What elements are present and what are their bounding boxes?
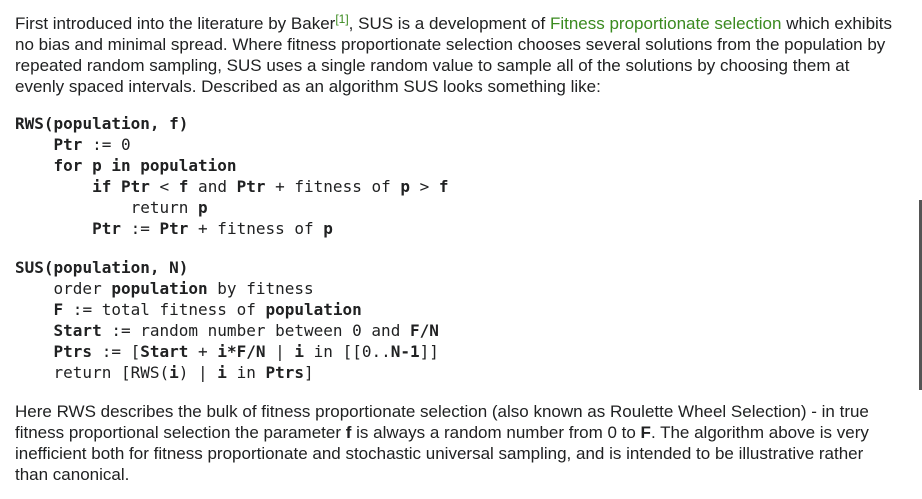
intro-text-after-citation: , SUS is a development of [348,14,550,33]
explanation-paragraph: Here RWS describes the bulk of fitness p… [15,402,869,484]
sus-code-block: SUS(population, N) order population by f… [15,258,439,382]
rws-code-block: RWS(population, f) Ptr := 0 for p in pop… [15,114,449,238]
intro-paragraph: First introduced into the literature by … [15,13,895,97]
fitness-proportionate-selection-link[interactable]: Fitness proportionate selection [550,14,782,33]
citation-link[interactable]: [1] [335,12,348,26]
intro-text-start: First introduced into the literature by … [15,14,336,33]
param-F: F [640,423,651,442]
article-content: First introduced into the literature by … [15,13,895,485]
